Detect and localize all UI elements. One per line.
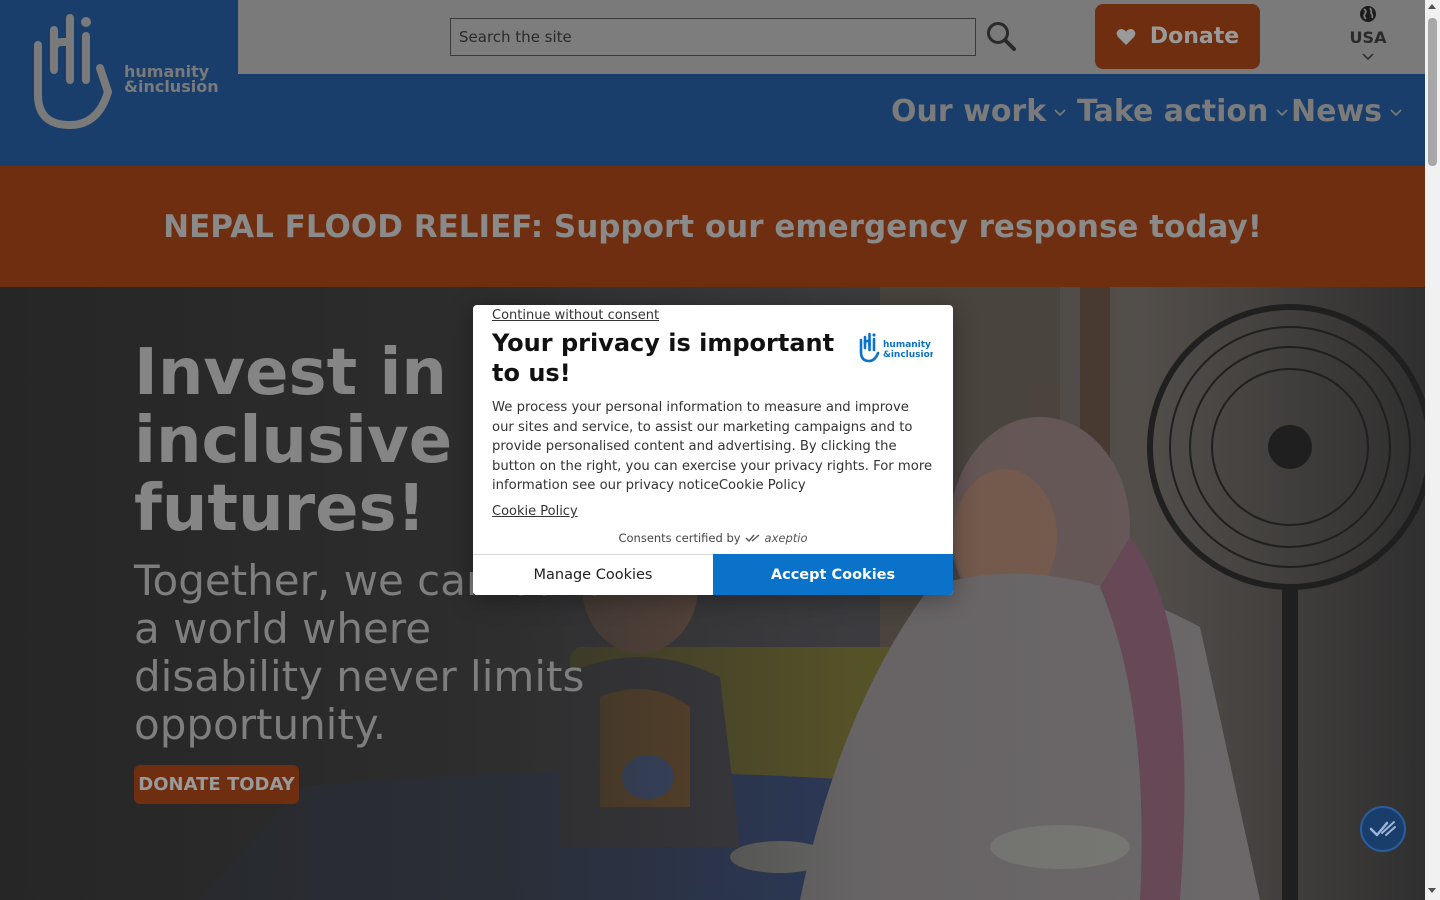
donate-label: Donate [1149,24,1240,49]
accessibility-button[interactable] [1360,806,1406,852]
continue-without-consent-link[interactable]: Continue without consent [492,308,659,323]
nav-news[interactable]: News [1291,88,1402,134]
nav-our-work-label: Our work [891,93,1047,129]
chevron-down-icon [1390,109,1402,117]
manage-cookies-button[interactable]: Manage Cookies [473,554,713,595]
search-button[interactable] [984,18,1018,54]
nav-our-work[interactable]: Our work [891,88,1066,134]
consent-certified: Consents certified by axeptio [473,531,953,545]
emergency-banner[interactable]: NEPAL FLOOD RELIEF: Support our emergenc… [0,166,1425,287]
emergency-banner-text: NEPAL FLOOD RELIEF: Support our emergenc… [163,208,1262,245]
hi-hand-logo-icon: humanity &inclusion [34,14,219,130]
scroll-thumb[interactable] [1428,18,1437,166]
logo-line2: &inclusion [124,77,219,96]
chevron-down-icon [1054,109,1066,117]
consent-title: Your privacy is important to us! [492,329,835,387]
accessibility-check-icon [1369,821,1396,837]
globe-icon [1360,6,1376,22]
country-label: USA [1349,28,1387,47]
nav-take-action[interactable]: Take action [1077,88,1288,134]
nav-take-action-label: Take action [1077,93,1269,129]
accept-cookies-button[interactable]: Accept Cookies [713,554,953,595]
site-logo[interactable]: humanity &inclusion [0,0,238,166]
consent-logo-line1: humanity [883,340,931,350]
country-selector[interactable]: USA [1342,2,1394,72]
scroll-up-arrow-icon[interactable] [1428,4,1436,9]
donate-button[interactable]: Donate [1095,4,1260,69]
cookie-policy-link[interactable]: Cookie Policy [492,504,578,519]
axeptio-mark-icon [745,534,760,543]
heart-icon [1116,28,1136,45]
consent-certified-text: Consents certified by [618,531,741,545]
nav-news-label: News [1291,93,1383,129]
hi-logo-icon: humanity &inclusion [859,332,933,363]
chevron-down-icon [1276,109,1288,117]
chevron-down-icon [1362,53,1374,61]
axeptio-brand: axeptio [764,531,808,545]
search-input[interactable] [450,18,976,56]
consent-logo-line2: &inclusion [883,350,933,360]
donate-today-button[interactable]: DONATE TODAY [134,765,299,804]
scroll-down-arrow-icon[interactable] [1428,888,1436,893]
consent-body: We process your personal information to … [492,400,933,494]
cookie-consent-dialog: Continue without consent Your privacy is… [473,305,953,595]
search-icon [987,22,1016,51]
page-scrollbar[interactable] [1425,0,1440,900]
